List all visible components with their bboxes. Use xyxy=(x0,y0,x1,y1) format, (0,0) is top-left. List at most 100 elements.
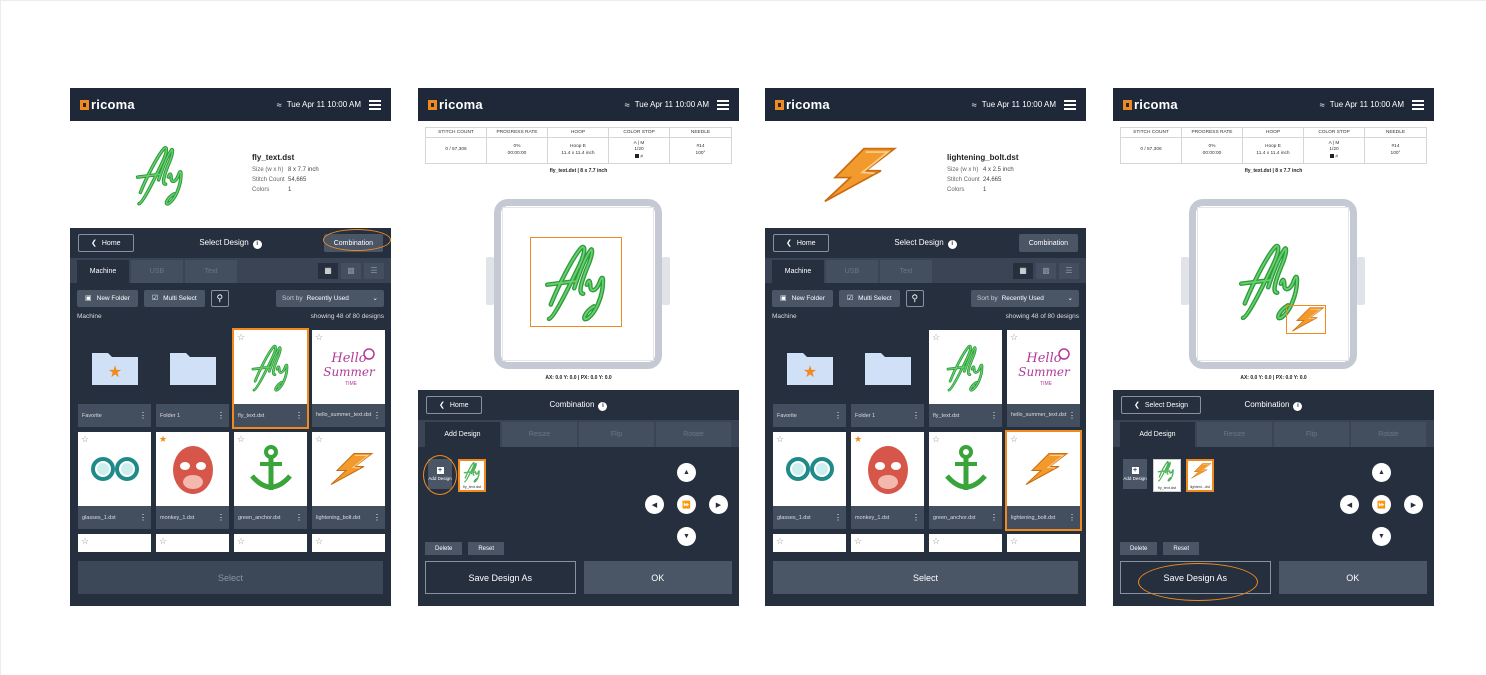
star-icon[interactable]: ☆ xyxy=(1010,332,1018,343)
star-icon[interactable]: ☆ xyxy=(81,536,89,547)
folder-card-folder-1[interactable]: Folder 1 ⋮ xyxy=(851,330,924,427)
star-icon[interactable]: ☆ xyxy=(776,434,784,445)
arrow-up-icon[interactable]: ▲ xyxy=(677,463,696,482)
combo-thumb-fly[interactable]: fly_text.dst xyxy=(458,459,486,492)
design-card-fly-text[interactable]: ☆ fly_text.dst ⋮ xyxy=(232,328,309,429)
center-jump-icon[interactable]: ⏩ xyxy=(677,495,696,514)
tab-machine[interactable]: Machine xyxy=(772,260,824,283)
new-folder-button[interactable]: ▣ New Folder xyxy=(772,289,833,307)
tab-text[interactable]: Text xyxy=(185,260,237,283)
more-icon[interactable]: ⋮ xyxy=(139,411,147,420)
arrow-right-icon[interactable]: ▶ xyxy=(1404,495,1423,514)
list-view-icon[interactable]: ☰ xyxy=(364,262,384,279)
more-icon[interactable]: ⋮ xyxy=(834,411,842,420)
design-card-hello-summer[interactable]: ☆ Hello Summer TIME hello_summer_text.dst ⋮ xyxy=(1007,330,1080,427)
more-icon[interactable]: ⋮ xyxy=(1068,411,1076,420)
tab-machine[interactable]: Machine xyxy=(77,260,129,283)
tab-add-design[interactable]: Add Design xyxy=(425,422,500,447)
design-card-fly-text[interactable]: ☆ fly_text.dst ⋮ xyxy=(929,330,1002,427)
new-folder-button[interactable]: ▣ New Folder xyxy=(77,289,138,307)
multi-select-button[interactable]: ☑ Multi Select xyxy=(143,289,205,307)
star-icon[interactable]: ☆ xyxy=(932,332,940,343)
more-icon[interactable]: ⋮ xyxy=(912,411,920,420)
menu-icon[interactable] xyxy=(369,99,381,110)
tab-rotate[interactable]: Rotate xyxy=(656,422,731,447)
menu-icon[interactable] xyxy=(1412,99,1424,110)
small-grid-icon[interactable]: ▩ xyxy=(1036,262,1056,279)
small-grid-icon[interactable]: ▩ xyxy=(341,262,361,279)
design-card-partial[interactable]: ☆ xyxy=(312,534,385,552)
menu-icon[interactable] xyxy=(1064,99,1076,110)
star-icon[interactable]: ☆ xyxy=(1010,434,1018,445)
design-card-lightening-bolt[interactable]: ☆ lightening_bolt.dst ⋮ xyxy=(1005,430,1082,531)
star-icon[interactable]: ☆ xyxy=(932,536,940,547)
ok-button[interactable]: OK xyxy=(583,561,732,594)
more-icon[interactable]: ⋮ xyxy=(912,513,920,522)
ok-button[interactable]: OK xyxy=(1278,561,1427,594)
star-filled-icon[interactable]: ★ xyxy=(159,434,167,445)
more-icon[interactable]: ⋮ xyxy=(1068,513,1076,522)
design-card-monkey[interactable]: ★ monkey_1.dst ⋮ xyxy=(156,432,229,529)
tab-resize[interactable]: Resize xyxy=(1197,422,1272,447)
star-icon[interactable]: ☆ xyxy=(159,536,167,547)
design-bounding-box[interactable] xyxy=(530,237,622,327)
arrow-down-icon[interactable]: ▼ xyxy=(677,527,696,546)
home-button[interactable]: ❮ Home xyxy=(78,234,134,252)
design-card-partial[interactable]: ☆ xyxy=(773,534,846,552)
home-button[interactable]: ❮ Home xyxy=(773,234,829,252)
select-button[interactable]: Select xyxy=(773,561,1078,594)
tab-flip[interactable]: Flip xyxy=(579,422,654,447)
more-icon[interactable]: ⋮ xyxy=(834,513,842,522)
save-design-as-button[interactable]: Save Design As xyxy=(425,561,576,594)
large-grid-icon[interactable]: ▦ xyxy=(1013,262,1033,279)
star-icon[interactable]: ☆ xyxy=(932,434,940,445)
more-icon[interactable]: ⋮ xyxy=(217,411,225,420)
design-card-lightening-bolt[interactable]: ☆ lightening_bolt.dst ⋮ xyxy=(312,432,385,529)
design-card-glasses[interactable]: ☆ glasses_1.dst ⋮ xyxy=(773,432,846,529)
star-icon[interactable]: ☆ xyxy=(315,536,323,547)
folder-card-favorite[interactable]: ★ Favorite ⋮ xyxy=(773,330,846,427)
arrow-left-icon[interactable]: ◀ xyxy=(645,495,664,514)
list-view-icon[interactable]: ☰ xyxy=(1059,262,1079,279)
design-card-hello-summer[interactable]: ☆ Hello Summer TIME hello_summer_text.dst ⋮ xyxy=(312,330,385,427)
design-card-green-anchor[interactable]: ☆ green_anchor.dst ⋮ xyxy=(929,432,1002,529)
star-icon[interactable]: ☆ xyxy=(315,434,323,445)
multi-select-button[interactable]: ☑ Multi Select xyxy=(838,289,900,307)
tab-add-design[interactable]: Add Design xyxy=(1120,422,1195,447)
tab-resize[interactable]: Resize xyxy=(502,422,577,447)
home-button[interactable]: ❮ Home xyxy=(426,396,482,414)
star-icon[interactable]: ☆ xyxy=(1010,536,1018,547)
reset-button[interactable]: Reset xyxy=(1163,542,1200,555)
star-filled-icon[interactable]: ★ xyxy=(854,434,862,445)
reset-button[interactable]: Reset xyxy=(468,542,505,555)
tab-flip[interactable]: Flip xyxy=(1274,422,1349,447)
select-button[interactable]: Select xyxy=(78,561,383,594)
more-icon[interactable]: ⋮ xyxy=(295,513,303,522)
add-design-button[interactable]: + Add Design xyxy=(1123,459,1147,489)
bolt-bounding-box[interactable] xyxy=(1286,305,1326,334)
star-icon[interactable]: ☆ xyxy=(237,332,245,343)
search-icon[interactable]: ⚲ xyxy=(905,289,924,307)
more-icon[interactable]: ⋮ xyxy=(217,513,225,522)
more-icon[interactable]: ⋮ xyxy=(373,513,381,522)
center-jump-icon[interactable]: ⏩ xyxy=(1372,495,1391,514)
arrow-up-icon[interactable]: ▲ xyxy=(1372,463,1391,482)
back-select-design-button[interactable]: ❮ Select Design xyxy=(1121,396,1202,414)
design-card-partial[interactable]: ☆ xyxy=(851,534,924,552)
star-icon[interactable]: ☆ xyxy=(315,332,323,343)
design-card-partial[interactable]: ☆ xyxy=(1007,534,1080,552)
combination-button[interactable]: Combination xyxy=(1018,234,1078,252)
star-icon[interactable]: ☆ xyxy=(237,536,245,547)
tab-usb[interactable]: USB xyxy=(131,260,183,283)
star-icon[interactable]: ☆ xyxy=(854,536,862,547)
design-card-green-anchor[interactable]: ☆ green_anchor.dst ⋮ xyxy=(234,432,307,529)
arrow-down-icon[interactable]: ▼ xyxy=(1372,527,1391,546)
design-card-partial[interactable]: ☆ xyxy=(234,534,307,552)
more-icon[interactable]: ⋮ xyxy=(990,411,998,420)
star-icon[interactable]: ☆ xyxy=(776,536,784,547)
delete-button[interactable]: Delete xyxy=(1120,542,1158,555)
more-icon[interactable]: ⋮ xyxy=(139,513,147,522)
design-card-glasses[interactable]: ☆ glasses_1.dst ⋮ xyxy=(78,432,151,529)
sort-dropdown[interactable]: Sort by Recently Used ⌄ xyxy=(971,289,1079,307)
more-icon[interactable]: ⋮ xyxy=(990,513,998,522)
